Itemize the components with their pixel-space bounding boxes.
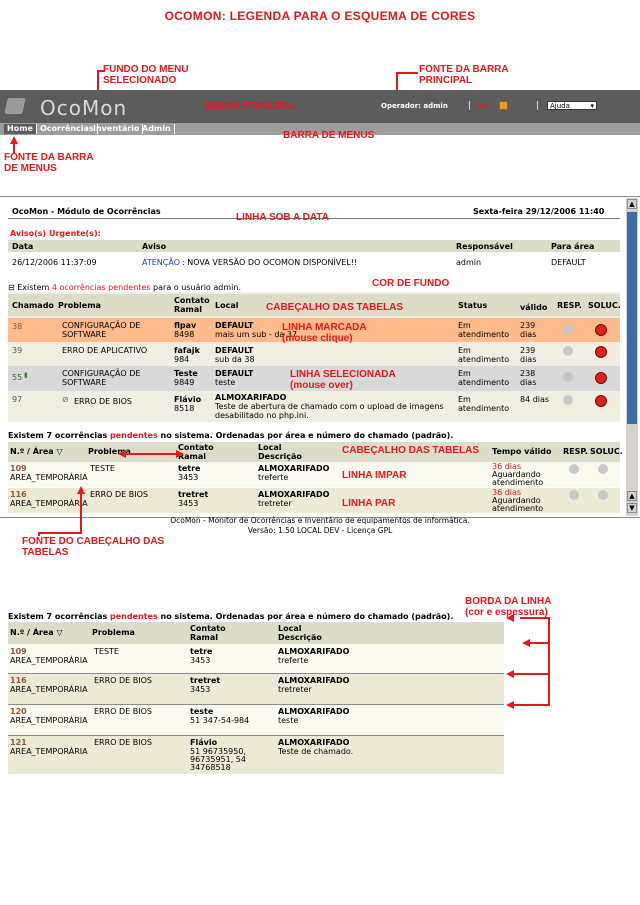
annotation-main-bar: BARRA PRINCIPAL [205,101,297,112]
resp-indicator [563,324,573,334]
annotation-even-row: LINHA PAR [342,498,396,509]
annotation-menu-bg: FUNDO DO MENU SELECIONADO [103,64,189,86]
annotation-table-header: CABEÇALHO DAS TABELAS [266,302,404,313]
system-table-header: N.º / Área ▽ Problema Contato Ramal Loca… [8,442,623,462]
table-row[interactable]: 97 ⊘ ERRO DE BIOS Flávio 8518 ALMOXARIFA… [8,392,620,422]
logout-icon[interactable] [499,101,508,110]
zoom-count-text: Existem 7 ocorrências pendentes no siste… [8,612,454,621]
operator-label: Operador: admin [381,102,448,110]
current-date: Sexta-feira 29/12/2006 11:40 [473,207,605,216]
scrollbar-thumb[interactable] [627,212,637,424]
pending-user-text: ⊟ Existem 4 ocorrências pendentes para o… [8,283,241,292]
annotation-selected-row: LINHA SELECIONADA [290,369,396,380]
zoom-row-odd[interactable]: 109 AREA_TEMPORÁRIA TESTE tetre 3453 ALM… [8,645,504,673]
app-logo: OcoMon [40,96,128,120]
menu-ocorrencias[interactable]: Ocorrências [37,124,98,134]
resp-indicator [563,372,573,382]
zoom-row-even[interactable]: 121 AREA_TEMPORÁRIA ERRO DE BIOS Flávio … [8,736,504,774]
menu-inventario[interactable]: Inventário [90,124,144,134]
notice-header: Data Aviso Responsável Para área [8,240,620,252]
annotation-bg-color: COR DE FUNDO [372,278,450,289]
menu-admin[interactable]: Admin [139,124,175,134]
annotation-table-header-2: CABEÇALHO DAS TABELAS [342,445,480,456]
menu-home[interactable]: Home [4,124,37,134]
scroll-up-button-2[interactable]: ▲ [627,491,637,501]
annotation-menu-font: FONTE DA BARRA DE MENUS [4,152,94,174]
system-count-text: Existem 7 ocorrências pendentes no siste… [8,431,454,440]
resp-indicator [569,464,579,474]
resp-indicator [563,346,573,356]
urgent-label: Aviso(s) Urgente(s): [10,229,101,238]
annotation-menu-bar: BARRA DE MENUS [283,130,375,141]
scroll-down-button[interactable]: ▼ [627,503,637,513]
zoom-row-odd[interactable]: 120 AREA_TEMPORÁRIA ERRO DE BIOS teste 5… [8,705,504,735]
chevron-down-icon: ▾ [590,102,594,110]
scroll-up-button[interactable]: ▲ [627,199,637,209]
logout-link[interactable]: sair [476,102,489,110]
legend-title: OCOMON: LEGENDA PARA O ESQUEMA DE CORES [164,9,476,23]
notice-row[interactable]: 26/12/2006 11:37:09 ATENÇÃO : NOVA VERSÃ… [8,256,620,268]
annotation-mouse-over: (mouse over) [290,380,353,391]
ocomon-logo-icon [4,98,26,114]
annotation-date-line: LINHA SOB A DATA [236,212,329,223]
attachment-icon: ▮ [24,371,28,379]
annotation-main-font: FONTE DA BARRA PRINCIPAL [419,64,509,86]
soluc-indicator [595,324,607,336]
annotation-marked-row: LINHA MARCADA [282,322,367,333]
soluc-indicator [595,346,607,358]
module-heading: OcoMon - Módulo de Ocorrências [12,207,161,216]
table-row[interactable]: 39 ERRO DE APLICATIVO fafajk 984 DEFAULT… [8,343,620,365]
soluc-indicator [595,395,607,407]
help-select[interactable]: Ajuda ▾ [547,101,597,110]
resp-indicator [563,395,573,405]
paperclip-icon: ⊘ [62,395,69,404]
soluc-indicator [598,464,608,474]
zoom-row-even[interactable]: 116 AREA_TEMPORÁRIA ERRO DE BIOS tretret… [8,674,504,704]
table-row-odd[interactable]: 109 AREA_TEMPORÁRIA TESTE tetre 3453 ALM… [8,462,620,487]
annotation-odd-row: LINHA IMPAR [342,470,407,481]
soluc-indicator [595,372,607,384]
table-row-even[interactable]: 116 AREA_TEMPORÁRIA ERRO DE BIOS tretret… [8,488,620,513]
zoom-table-header: N.º / Área ▽ Problema Contato Ramal Loca… [8,622,504,644]
resp-indicator [569,490,579,500]
annotation-header-font: FONTE DO CABEÇALHO DAS TABELAS [22,536,165,558]
soluc-indicator [598,490,608,500]
